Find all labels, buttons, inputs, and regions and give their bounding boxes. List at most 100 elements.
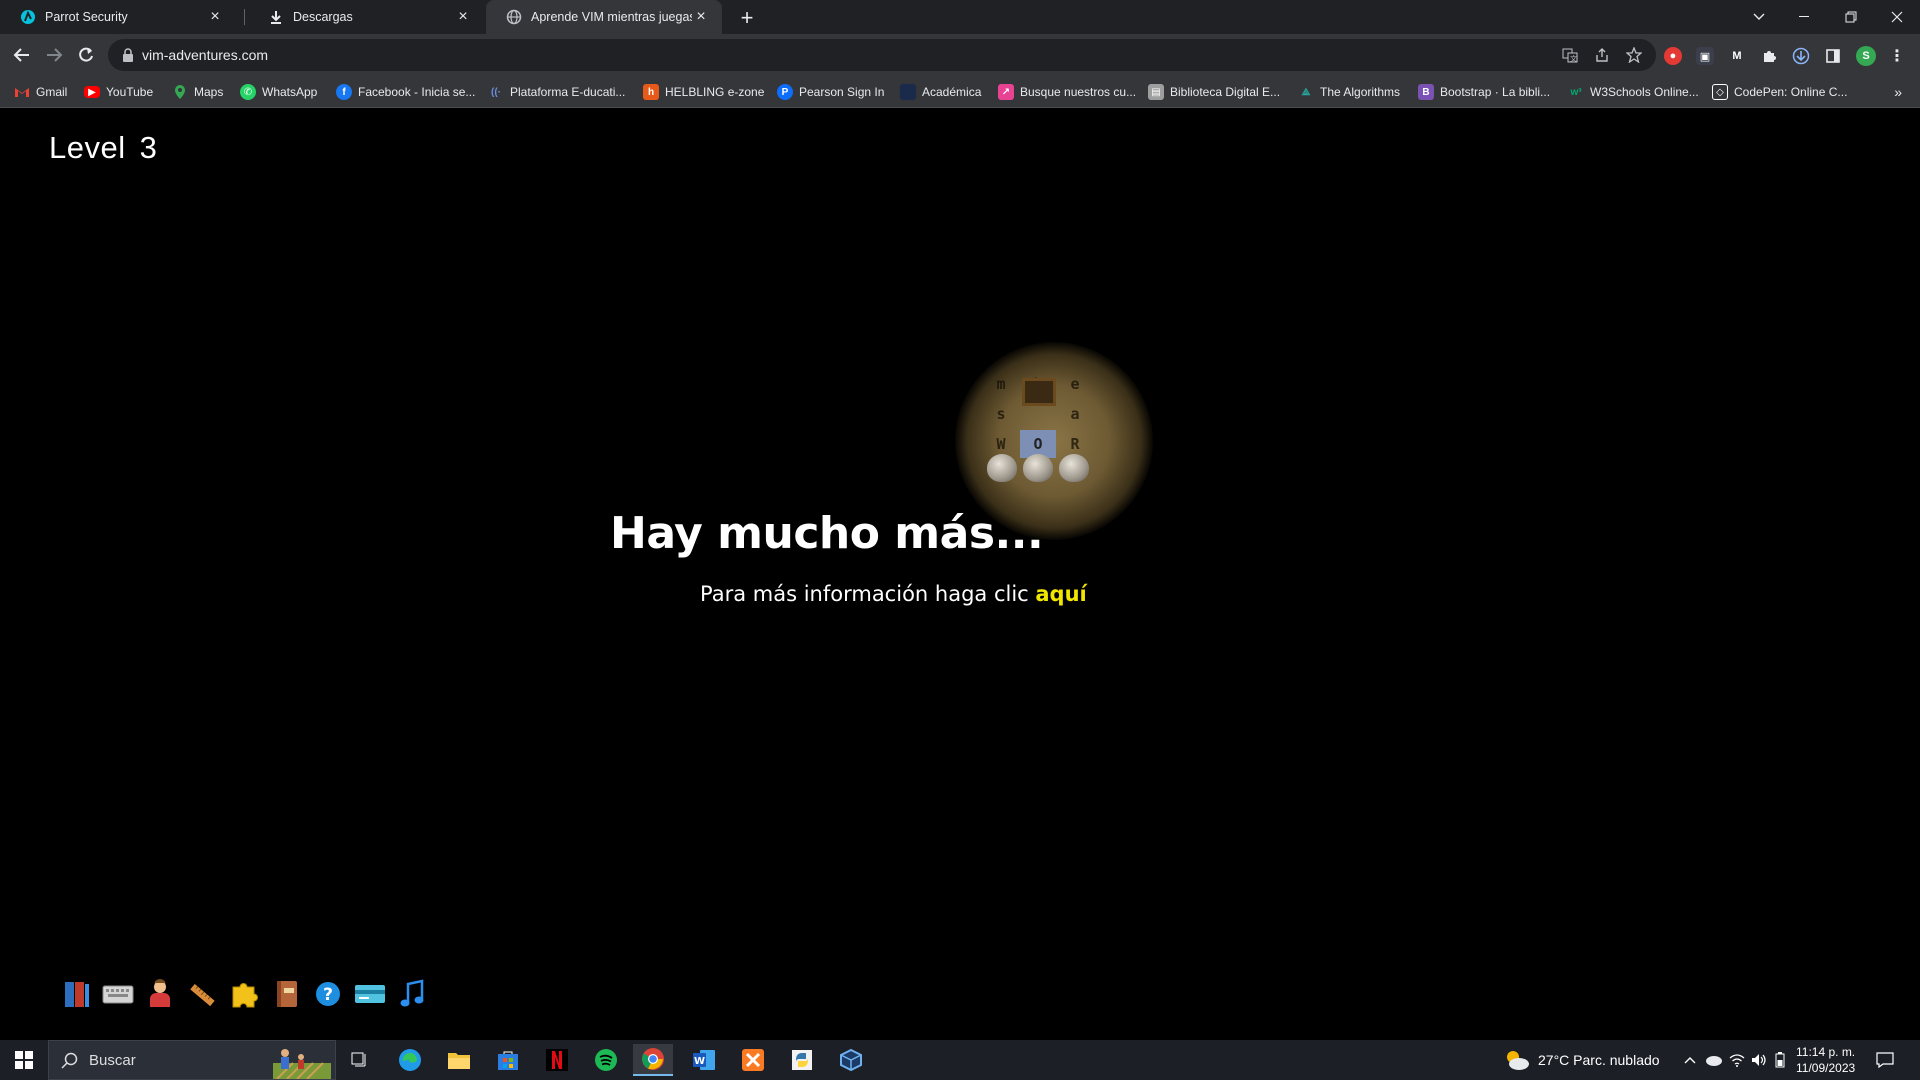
profile-avatar[interactable]: S <box>1856 46 1876 66</box>
translate-icon[interactable]: 文 <box>1562 47 1578 63</box>
bookmark-codepen[interactable]: ◇ CodePen: Online C... <box>1712 83 1847 101</box>
bookmark-academica[interactable]: Académica <box>900 83 981 101</box>
whatsapp-icon: ✆ <box>240 84 256 100</box>
edge-icon[interactable] <box>390 1044 430 1076</box>
card-icon[interactable] <box>354 978 386 1010</box>
chrome-icon[interactable] <box>633 1044 673 1076</box>
puzzle-piece-icon[interactable] <box>228 978 260 1010</box>
rock-icon <box>987 454 1017 482</box>
facebook-icon: f <box>336 84 352 100</box>
menu-kebab-icon[interactable]: ⋮ <box>1888 47 1906 65</box>
bookmark-w3schools[interactable]: w³ W3Schools Online... <box>1568 83 1698 101</box>
word-icon[interactable]: W <box>684 1044 724 1076</box>
windows-start-icon[interactable] <box>4 1044 44 1076</box>
promo-headline: Hay mucho más... <box>610 508 1044 559</box>
journal-icon[interactable] <box>270 978 302 1010</box>
close-tab-icon[interactable]: × <box>692 8 710 26</box>
music-icon[interactable] <box>396 978 428 1010</box>
bookmark-label: Pearson Sign In <box>799 85 885 99</box>
onedrive-cloud-icon[interactable] <box>1704 1040 1722 1080</box>
download-icon <box>268 9 284 25</box>
board-letter: m <box>996 375 1006 393</box>
windows-taskbar: Buscar W 27°C Parc. nublado 11:14 p. m. … <box>0 1040 1920 1080</box>
bookmark-whatsapp[interactable]: ✆ WhatsApp <box>240 83 317 101</box>
tab-descargas[interactable]: Descargas × <box>248 0 484 34</box>
bookmark-biblioteca[interactable]: ▤ Biblioteca Digital E... <box>1148 83 1280 101</box>
minimize-button[interactable] <box>1782 0 1828 34</box>
bookmark-maps[interactable]: Maps <box>172 83 223 101</box>
tab-title: Aprende VIM mientras juegas - V <box>531 10 692 24</box>
bookmark-bootstrap[interactable]: B Bootstrap · La bibli... <box>1418 83 1550 101</box>
extension-red-icon[interactable]: ● <box>1664 47 1682 65</box>
character-icon[interactable] <box>144 978 176 1010</box>
reload-button[interactable] <box>72 41 100 69</box>
bookmark-label: The Algorithms <box>1320 85 1401 99</box>
close-tab-icon[interactable]: × <box>454 8 472 26</box>
codepen-icon: ◇ <box>1712 84 1728 100</box>
clock-date: 11/09/2023 <box>1796 1061 1856 1075</box>
bookmark-busque[interactable]: ↗ Busque nuestros cu... <box>998 83 1136 101</box>
treasure-chest-icon <box>1022 378 1056 406</box>
volume-icon[interactable] <box>1751 1040 1767 1080</box>
battery-icon[interactable] <box>1775 1040 1785 1080</box>
microsoft-store-icon[interactable] <box>488 1044 528 1076</box>
bookmark-algorithms[interactable]: ⟁ The Algorithms <box>1298 83 1401 101</box>
youtube-icon: ▶ <box>84 86 100 98</box>
spotify-icon[interactable] <box>586 1044 626 1076</box>
extension-m-icon[interactable]: M <box>1728 47 1746 65</box>
new-tab-button[interactable]: + <box>734 5 760 31</box>
system-clock[interactable]: 11:14 p. m. 11/09/2023 <box>1796 1044 1855 1076</box>
more-info-text: Para más información haga clic aquí <box>700 582 1087 606</box>
bookmark-pearson[interactable]: P Pearson Sign In <box>777 83 884 101</box>
book-icon[interactable] <box>60 978 92 1010</box>
python-idle-icon[interactable] <box>782 1044 822 1076</box>
search-placeholder: Buscar <box>89 1051 136 1069</box>
bookmark-label: WhatsApp <box>262 85 318 99</box>
weather-widget[interactable]: 27°C Parc. nublado <box>1504 1040 1660 1080</box>
netflix-icon[interactable] <box>537 1044 577 1076</box>
more-info-label: Para más información haga clic <box>700 582 1036 606</box>
notifications-icon[interactable] <box>1876 1040 1894 1080</box>
task-view-icon[interactable] <box>340 1044 380 1076</box>
xampp-icon[interactable] <box>733 1044 773 1076</box>
keyboard-icon[interactable] <box>102 978 134 1010</box>
wifi-icon[interactable] <box>1729 1040 1745 1080</box>
taskbar-search-box[interactable]: Buscar <box>48 1040 336 1080</box>
more-info-link[interactable]: aquí <box>1035 582 1086 606</box>
bookmark-label: YouTube <box>106 85 154 99</box>
bookmark-label: Bootstrap · La bibli... <box>1440 85 1551 99</box>
ruler-icon[interactable] <box>186 978 218 1010</box>
side-panel-icon[interactable] <box>1824 47 1842 65</box>
address-bar[interactable]: vim-adventures.com 文 <box>108 39 1656 71</box>
more-bookmarks-icon[interactable]: » <box>1894 84 1902 100</box>
bookmark-star-icon[interactable] <box>1626 47 1642 63</box>
virtualbox-icon[interactable] <box>831 1044 871 1076</box>
tab-vim-adventures[interactable]: Aprende VIM mientras juegas - V × <box>486 0 722 34</box>
bookmark-facebook[interactable]: f Facebook - Inicia se... <box>336 83 475 101</box>
bookmark-helbling[interactable]: h HELBLING e-zone <box>643 83 764 101</box>
bookmark-educativa[interactable]: ((· Plataforma E-ducati... <box>488 83 625 101</box>
helbling-icon: h <box>643 84 659 100</box>
back-button[interactable] <box>8 41 36 69</box>
help-icon[interactable]: ? <box>312 978 344 1010</box>
bookmark-gmail[interactable]: Gmail <box>14 83 67 101</box>
bookmark-label: Gmail <box>36 85 68 99</box>
reload-icon <box>79 47 93 62</box>
show-hidden-icons-chevron-icon[interactable] <box>1684 1040 1696 1080</box>
url-text[interactable]: vim-adventures.com <box>142 47 268 63</box>
bookmark-youtube[interactable]: ▶ YouTube <box>84 83 153 101</box>
search-icon <box>61 1052 78 1069</box>
forward-button[interactable] <box>40 41 68 69</box>
tab-search-icon[interactable] <box>1736 0 1782 34</box>
downloads-icon[interactable] <box>1792 47 1810 65</box>
file-explorer-icon[interactable] <box>439 1044 479 1076</box>
share-icon[interactable] <box>1594 47 1610 63</box>
restore-button[interactable] <box>1828 0 1874 34</box>
extension-notes-icon[interactable]: ▣ <box>1696 47 1714 65</box>
tab-title: Descargas <box>293 10 353 24</box>
game-toolbar: ? <box>60 978 428 1010</box>
extensions-puzzle-icon[interactable] <box>1760 47 1778 65</box>
close-window-button[interactable] <box>1874 0 1920 34</box>
close-tab-icon[interactable]: × <box>206 8 224 26</box>
tab-parrot-security[interactable]: Parrot Security × <box>0 0 236 34</box>
